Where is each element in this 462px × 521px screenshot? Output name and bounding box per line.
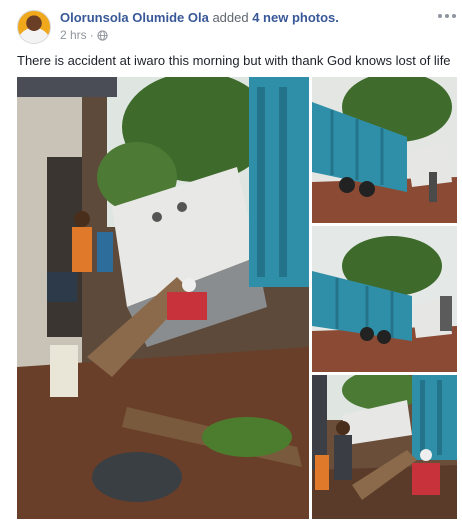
post-text: There is accident at iwaro this morning … xyxy=(17,53,451,68)
author-name-link[interactable]: Olorunsola Olumide Ola xyxy=(60,10,209,25)
truck-photo-2 xyxy=(312,226,457,372)
accident-scene-photo xyxy=(17,77,309,519)
more-options-button[interactable] xyxy=(438,10,456,22)
post-photo-2[interactable] xyxy=(312,77,457,223)
author-avatar[interactable] xyxy=(17,10,51,44)
more-options-icon xyxy=(438,14,442,18)
post-photo-4[interactable] xyxy=(312,375,457,519)
post-photo-main[interactable] xyxy=(17,77,309,519)
photo-count-link[interactable]: 4 new photos. xyxy=(252,10,339,25)
meta-separator: · xyxy=(89,28,94,42)
post-timestamp[interactable]: 2 hrs xyxy=(60,28,87,42)
globe-icon xyxy=(97,29,108,41)
post-action-text: added xyxy=(212,10,249,25)
truck-photo-1 xyxy=(312,77,457,223)
post-meta: 2 hrs · xyxy=(60,28,108,42)
post-header: Olorunsola Olumide Ola added 4 new photo… xyxy=(0,0,462,52)
post-photo-3[interactable] xyxy=(312,226,457,372)
author-line: Olorunsola Olumide Ola added 4 new photo… xyxy=(60,10,339,25)
rescue-photo xyxy=(312,375,457,519)
